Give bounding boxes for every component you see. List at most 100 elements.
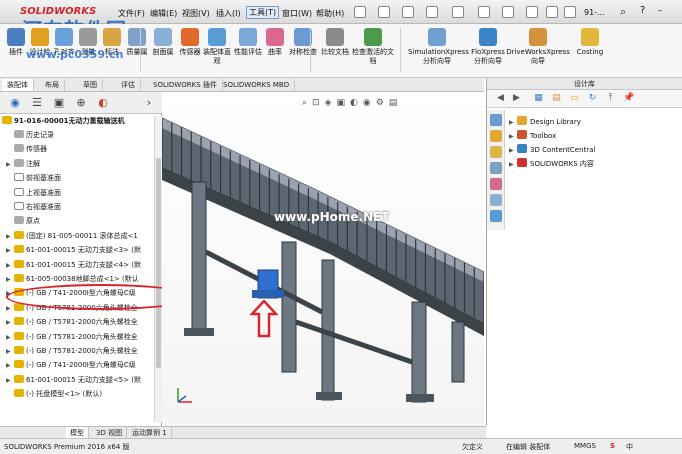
ribbon-button-sensor[interactable]: 传感器	[176, 28, 204, 57]
tree-item[interactable]: ▶ 61-001-00015 无动力支腿<4> (默	[6, 259, 141, 271]
menu-edit[interactable]: 编辑(E)	[150, 8, 177, 19]
tab-command-2[interactable]: 草图	[78, 79, 103, 91]
tree-item[interactable]: ▶ 61-001-00015 无动力支腿<3> (默	[6, 245, 141, 256]
pin-icon[interactable]	[354, 6, 366, 18]
tree-item[interactable]: 传感器	[6, 144, 47, 155]
feature-tree-tab-icon[interactable]: ◉	[8, 96, 22, 110]
tab-command-0[interactable]: 装配体	[2, 79, 34, 91]
expand-arrow-icon[interactable]: ▶	[6, 159, 14, 170]
ribbon-button-mass-props[interactable]: 质量属	[124, 28, 150, 57]
ribbon-button-floxpress[interactable]: FloXpress 分析向导	[470, 28, 506, 66]
options-gear-icon[interactable]	[564, 6, 576, 18]
add-file-location-icon[interactable]: ▤	[551, 93, 562, 104]
ribbon-button-compare[interactable]: 比较文档	[318, 28, 352, 57]
tree-item[interactable]: ▶ (-) GB / T5781-2000六角头螺栓全	[6, 317, 138, 328]
expand-arrow-icon[interactable]: ▶	[6, 303, 14, 314]
library-item[interactable]: ▶ 3D ContentCentral	[509, 144, 595, 154]
ribbon-button-section-props[interactable]: 剖面属	[150, 28, 176, 57]
tab-command-5[interactable]: SOLIDWORKS MBD	[218, 79, 296, 91]
expand-arrow-icon[interactable]: ▶	[509, 133, 517, 140]
conveyor-model[interactable]	[162, 92, 484, 426]
expand-arrow-icon[interactable]: ▶	[509, 147, 517, 154]
tab-command-3[interactable]: 评估	[116, 79, 141, 91]
tree-item[interactable]: 前视基准面	[6, 173, 61, 184]
expand-arrow-icon[interactable]: ▶	[6, 231, 14, 242]
custom-properties-icon[interactable]	[490, 194, 502, 206]
menu-insert[interactable]: 插入(I)	[216, 8, 241, 19]
new-document-icon[interactable]	[402, 6, 414, 18]
back-icon[interactable]: ◀	[495, 93, 506, 104]
search-icon[interactable]: ⌕	[620, 5, 634, 19]
refresh-icon[interactable]: ↻	[587, 93, 598, 104]
tree-item[interactable]: ▶ (-) GB / T5781-2000六角头螺栓全	[6, 331, 138, 343]
select-icon[interactable]	[502, 6, 514, 18]
expand-arrow-icon[interactable]: ▶	[6, 360, 14, 371]
tab-command-1[interactable]: 布局	[40, 79, 65, 91]
ribbon-button-costing[interactable]: Costing	[572, 28, 608, 57]
ribbon-button-symmetry-check[interactable]: 对称检查	[288, 28, 318, 57]
add-to-library-icon[interactable]: ▦	[533, 93, 544, 104]
tree-item[interactable]: 历史记录	[6, 130, 54, 141]
solidworks-resources-icon[interactable]	[490, 114, 502, 126]
library-item[interactable]: ▶ Design Library	[509, 116, 581, 126]
ribbon-button-curvature[interactable]: 曲率	[262, 28, 288, 57]
ribbon-button-assembly-visualization[interactable]: 装配体直观	[202, 28, 232, 66]
ribbon-button-plugin[interactable]: 插件	[4, 28, 28, 57]
file-explorer-icon[interactable]	[490, 146, 502, 158]
tree-item[interactable]: ▶ (固定) 81-005-00011 滚体总成<1	[6, 230, 138, 242]
help-icon[interactable]: ?	[640, 5, 645, 16]
tree-item[interactable]: 原点	[6, 216, 40, 227]
view-palette-icon[interactable]	[490, 162, 502, 174]
ribbon-button-driveworks[interactable]: DriveWorksXpress 向导	[506, 28, 570, 66]
display-manager-tab-icon[interactable]: ◐	[96, 96, 110, 110]
forward-icon[interactable]: ▶	[511, 93, 522, 104]
graphics-area[interactable]: ⌕⊡◈▣◐◉⚙▤ www.pHome.NET	[162, 92, 484, 426]
print-icon[interactable]	[452, 6, 464, 18]
search-field[interactable]: 91-...	[584, 8, 605, 17]
ribbon-button-check-document[interactable]: 检查激活的文档	[352, 28, 394, 66]
menu-tools[interactable]: 工具(T)	[246, 6, 280, 19]
library-item[interactable]: ▶ SOLIDWORKS 内容	[509, 158, 594, 169]
expand-arrow-icon[interactable]: ▶	[6, 332, 14, 343]
menu-help[interactable]: 帮助(H)	[316, 8, 344, 19]
expand-arrow-icon[interactable]: ▶	[6, 317, 14, 328]
pin-library-icon[interactable]: 📌	[623, 93, 634, 104]
expand-arrow-icon[interactable]: ▶	[6, 346, 14, 357]
feature-tree-scrollbar[interactable]	[154, 116, 162, 422]
dimxpert-tab-icon[interactable]: ⊕	[74, 96, 88, 110]
ribbon-button-performance[interactable]: 性能评估	[234, 28, 262, 57]
configuration-manager-tab-icon[interactable]: ▣	[52, 96, 66, 110]
forum-icon[interactable]	[490, 210, 502, 222]
property-manager-tab-icon[interactable]: ☰	[30, 96, 44, 110]
design-library-tab-icon[interactable]	[490, 130, 502, 142]
tab-command-4[interactable]: SOLIDWORKS 插件	[148, 79, 223, 91]
status-language[interactable]: 中	[626, 442, 633, 452]
up-level-icon[interactable]: ⤒	[605, 93, 616, 104]
create-folder-icon[interactable]: ▭	[569, 93, 580, 104]
menu-window[interactable]: 窗口(W)	[282, 8, 312, 19]
menu-view[interactable]: 视图(V)	[182, 8, 210, 19]
expand-arrow-icon[interactable]: ▶	[6, 274, 14, 285]
ribbon-button-simulation[interactable]: SimulationXpress 分析向导	[408, 28, 469, 66]
tree-item[interactable]: 右视基准面	[6, 202, 61, 213]
tree-item[interactable]: 上视基准面	[6, 187, 61, 199]
expand-arrow-icon[interactable]: ▶	[509, 161, 517, 168]
tree-item[interactable]: ▶ (-) GB / T5781-2000六角头螺栓全	[6, 346, 138, 357]
expand-arrow-icon[interactable]: ▶	[509, 119, 517, 126]
file-properties-icon[interactable]	[546, 6, 558, 18]
tree-item[interactable]: (-) 托盘模型<1> (默认)	[6, 389, 102, 400]
status-units[interactable]: MMGS	[574, 442, 596, 450]
home-icon[interactable]	[378, 6, 390, 18]
tree-item[interactable]: ▶ (-) GB / T41-2000I型六角螺母C级	[6, 360, 136, 371]
minimize-icon[interactable]: –	[658, 6, 663, 16]
pane-expand-icon[interactable]: ›	[142, 96, 156, 110]
library-item[interactable]: ▶ Toolbox	[509, 130, 556, 140]
expand-arrow-icon[interactable]: ▶	[6, 260, 14, 271]
tree-item[interactable]: ▶ 61-001-00015 无动力支腿<5> (默	[6, 374, 141, 386]
open-icon[interactable]	[426, 6, 438, 18]
tree-item[interactable]: ▶ 注解	[6, 158, 40, 170]
expand-arrow-icon[interactable]: ▶	[6, 245, 14, 256]
rebuild-icon[interactable]	[526, 6, 538, 18]
scrollbar-thumb[interactable]	[156, 158, 161, 368]
appearances-icon[interactable]	[490, 178, 502, 190]
